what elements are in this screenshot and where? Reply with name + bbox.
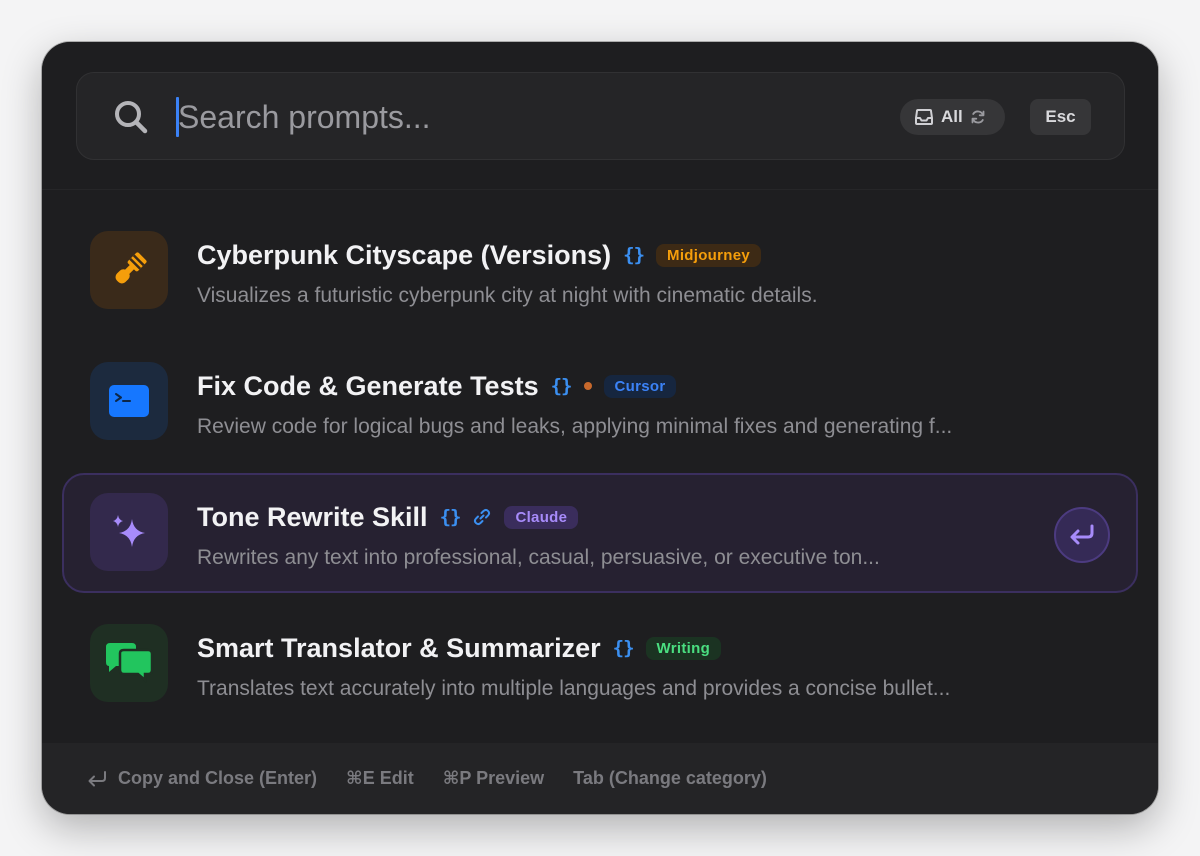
- list-item-fix-code[interactable]: Fix Code & Generate Tests {} Cursor Revi…: [62, 342, 1138, 462]
- search-input[interactable]: [178, 87, 878, 147]
- item-description: Rewrites any text into professional, cas…: [197, 546, 880, 569]
- enter-button[interactable]: [1054, 507, 1110, 563]
- return-icon: [1070, 524, 1094, 545]
- category-filter-label: All: [941, 107, 963, 126]
- hint-copy-close-label: Copy and Close (Enter): [118, 768, 318, 788]
- launcher-window: All Esc: [42, 42, 1158, 814]
- item-title: Cyberpunk Cityscape (Versions): [197, 239, 612, 270]
- chat-bubbles-icon: [106, 643, 154, 683]
- modified-dot: [583, 382, 592, 390]
- variables-icon: {}: [439, 506, 462, 528]
- item-icon-tile: [90, 624, 168, 702]
- item-icon-tile: [90, 231, 168, 309]
- item-title: Tone Rewrite Skill: [197, 501, 428, 532]
- category-tag: Claude: [504, 505, 579, 529]
- item-icon-tile: [90, 493, 168, 571]
- item-description: Translates text accurately into multiple…: [197, 677, 951, 700]
- search-area: All Esc: [42, 42, 1158, 190]
- list-item-cyberpunk-cityscape[interactable]: Cyberpunk Cityscape (Versions) {} Midjou…: [62, 211, 1138, 331]
- item-title-row: Cyberpunk Cityscape (Versions) {} Midjou…: [197, 238, 762, 272]
- refresh-icon: [971, 110, 985, 124]
- item-title: Smart Translator & Summarizer: [197, 632, 601, 663]
- footer-hints: Copy and Close (Enter) ⌘E Edit ⌘P Previe…: [42, 743, 1158, 814]
- search-icon: [115, 101, 148, 134]
- esc-button[interactable]: Esc: [1030, 99, 1091, 135]
- category-tag: Writing: [645, 636, 722, 660]
- variables-icon: {}: [623, 244, 645, 266]
- category-filter-button[interactable]: All: [900, 99, 1005, 135]
- category-tag: Cursor: [603, 374, 677, 398]
- item-title-row: Smart Translator & Summarizer {} Writing: [197, 631, 722, 665]
- category-tag: Midjourney: [656, 243, 762, 267]
- hint-tab: Tab (Change category): [573, 768, 767, 788]
- paintbrush-icon: [115, 252, 147, 284]
- hint-copy-close: Copy and Close (Enter): [86, 768, 317, 789]
- link-icon: [474, 508, 491, 526]
- item-title-row: Fix Code & Generate Tests {} Cursor: [197, 369, 677, 403]
- list-item-smart-translator[interactable]: Smart Translator & Summarizer {} Writing…: [62, 604, 1138, 724]
- sparkles-icon: [113, 515, 145, 547]
- search-bar[interactable]: All Esc: [76, 72, 1125, 160]
- hint-preview: ⌘P Preview: [442, 768, 545, 788]
- item-icon-tile: [90, 362, 168, 440]
- prompt-list: Cyberpunk Cityscape (Versions) {} Midjou…: [42, 191, 1158, 743]
- variables-icon: {}: [612, 637, 635, 659]
- item-description: Visualizes a futuristic cyberpunk city a…: [197, 284, 818, 307]
- list-item-tone-rewrite[interactable]: Tone Rewrite Skill {} Claude Rewrites an…: [62, 473, 1138, 593]
- item-title-row: Tone Rewrite Skill {} Claude: [197, 500, 579, 534]
- item-description: Review code for logical bugs and leaks, …: [197, 415, 953, 438]
- hint-edit: ⌘E Edit: [346, 768, 414, 788]
- inbox-icon: [915, 109, 933, 125]
- terminal-icon: [109, 385, 149, 417]
- item-title: Fix Code & Generate Tests: [197, 370, 539, 401]
- variables-icon: {}: [550, 375, 573, 397]
- return-icon: [88, 770, 106, 786]
